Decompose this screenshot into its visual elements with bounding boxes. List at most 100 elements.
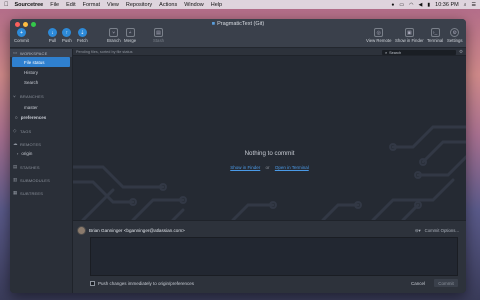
search-icon[interactable]: ⌕ [464,2,467,8]
sidebar-section-workspace[interactable]: ▭ WORKSPACE [10,49,72,57]
chevron-right-icon[interactable]: › [17,151,18,156]
window-title-text: PragmaticText (Git) [217,21,265,27]
menu-format[interactable]: Format [83,2,100,8]
origin-label: origin [21,150,33,156]
wifi-icon[interactable]: ◠ [409,2,413,8]
branch-button[interactable]: ⑂ Branch [107,28,121,43]
preferences-label: preferences [20,114,47,120]
finder-icon: ▣ [404,28,414,37]
submodules-heading: SUBMODULES [20,177,51,183]
commit-options[interactable]: ⊖▾ Commit Options... [415,228,459,234]
or-text: or [265,165,270,170]
commit-message-input[interactable] [90,237,458,276]
remotes-heading: REMOTES [20,141,42,147]
push-immediately-checkbox[interactable] [90,281,95,286]
search-input[interactable]: ⌕ Search [382,50,456,55]
sidebar-section-stashes[interactable]: ▤ STASHES [10,163,72,171]
terminal-button[interactable]: ›_ Terminal [427,28,443,43]
stash-button[interactable]: ▤ Stash [153,28,164,43]
commit-button[interactable]: + Commit [14,28,29,43]
battery-icon[interactable]: ▮ [427,2,430,8]
show-in-finder-link[interactable]: Show in Finder [230,165,260,170]
titlebar: ■ PragmaticText (Git) + Commit ↓ Pull ↑ P… [10,19,466,48]
sidebar: ▭ WORKSPACE File status History Search ⑂… [10,49,73,293]
menubar-clock[interactable]: 10:36 PM [435,2,459,8]
settings-button[interactable]: ⚙ Settings [447,28,463,43]
gear-icon: ⚙ [450,28,460,37]
terminal-icon: ›_ [430,28,440,37]
empty-state-links: Show in Finder or Open in Terminal [73,165,466,170]
commit-options-icon: ⊖▾ [414,228,421,233]
status-icon[interactable]: ● [391,2,394,8]
sidebar-item-file-status[interactable]: File status [12,57,70,67]
merge-button[interactable]: ⑃ Merge [124,28,136,43]
menu-help[interactable]: Help [211,2,222,8]
apple-icon[interactable]:  [4,2,9,8]
view-remote-label: View Remote [366,38,392,43]
pull-label: Pull [48,38,57,43]
fetch-button[interactable]: ⇣ Fetch [77,28,88,43]
sidebar-section-subtrees[interactable]: ▦ SUBTREES [10,189,72,197]
current-branch-icon: ○ [15,114,18,120]
push-immediately-label[interactable]: Push changes immediately to origin/prefe… [98,281,194,286]
commit-author[interactable]: Brian Ganninger <bganninger@atlassian.co… [77,226,185,235]
globe-icon: ◎ [374,28,384,37]
branch-icon: ⑂ [13,93,16,99]
sidebar-section-tags[interactable]: ◇ TAGS [10,127,72,135]
menu-edit[interactable]: Edit [66,2,75,8]
toolbar: + Commit ↓ Pull ↑ Push ⇣ Fetch ⑂ Branch … [10,28,466,48]
stash-icon: ▤ [154,28,163,37]
menu-actions[interactable]: Actions [159,2,177,8]
window-title: ■ PragmaticText (Git) [10,21,466,27]
avatar [77,226,86,235]
commit-submit-button[interactable]: Commit [434,279,458,287]
push-button[interactable]: ↑ Push [62,28,72,43]
stash-icon: ▤ [13,164,18,169]
commit-bottom-row: Push changes immediately to origin/prefe… [90,279,458,287]
show-in-finder-label: Show in Finder [395,38,424,43]
sidebar-item-preferences[interactable]: ○ preferences [10,112,72,122]
show-in-finder-button[interactable]: ▣ Show in Finder [395,28,424,43]
stashes-heading: STASHES [20,164,40,170]
pull-button[interactable]: ↓ Pull [48,28,57,43]
sidebar-item-history[interactable]: History [10,67,72,77]
menu-repository[interactable]: Repository [126,2,152,8]
fetch-label: Fetch [77,38,88,43]
search-placeholder: Search [389,50,402,55]
sidebar-section-branches[interactable]: ⑂ BRANCHES [10,92,72,100]
branch-icon: ⑂ [109,28,119,37]
cloud-icon: ☁ [13,141,18,146]
filter-dropdown[interactable]: Pending files, sorted by file status [76,50,133,54]
search-icon: ⌕ [385,50,388,55]
commit-icon: + [16,28,26,37]
menu-app[interactable]: Sourcetree [15,2,44,8]
sidebar-section-submodules[interactable]: ▥ SUBMODULES [10,176,72,184]
cancel-button[interactable]: Cancel [408,279,428,287]
circuit-background-art [73,125,466,220]
menu-file[interactable]: File [50,2,59,8]
sidebar-section-remotes[interactable]: ☁ REMOTES [10,140,72,148]
macos-menubar:  Sourcetree File Edit Format View Repos… [0,0,480,9]
menu-window[interactable]: Window [184,2,204,8]
menu-list-icon[interactable]: ☰ [472,2,476,8]
sidebar-item-origin[interactable]: › origin [10,148,72,158]
menu-view[interactable]: View [107,2,119,8]
view-options-gear-icon[interactable]: ⚙ [459,49,463,55]
sidebar-item-master[interactable]: master [10,102,72,112]
airplay-icon[interactable]: ▭ [399,2,404,8]
branch-label: Branch [107,38,121,43]
volume-icon[interactable]: ◀ [419,2,423,8]
empty-state-title: Nothing to commit [244,150,295,157]
sidebar-item-search[interactable]: Search [10,77,72,87]
view-remote-button[interactable]: ◎ View Remote [366,28,391,43]
subtrees-heading: SUBTREES [20,190,44,196]
open-in-terminal-link[interactable]: Open in Terminal [275,165,309,170]
push-label: Push [62,38,72,43]
tags-heading: TAGS [20,128,32,134]
terminal-label: Terminal [427,38,444,43]
filter-bar: Pending files, sorted by file status ⌕ Se… [73,49,466,56]
merge-icon: ⑃ [125,28,135,37]
workspace-heading: WORKSPACE [20,50,48,56]
merge-label: Merge [124,38,137,43]
branches-heading: BRANCHES [20,93,44,99]
